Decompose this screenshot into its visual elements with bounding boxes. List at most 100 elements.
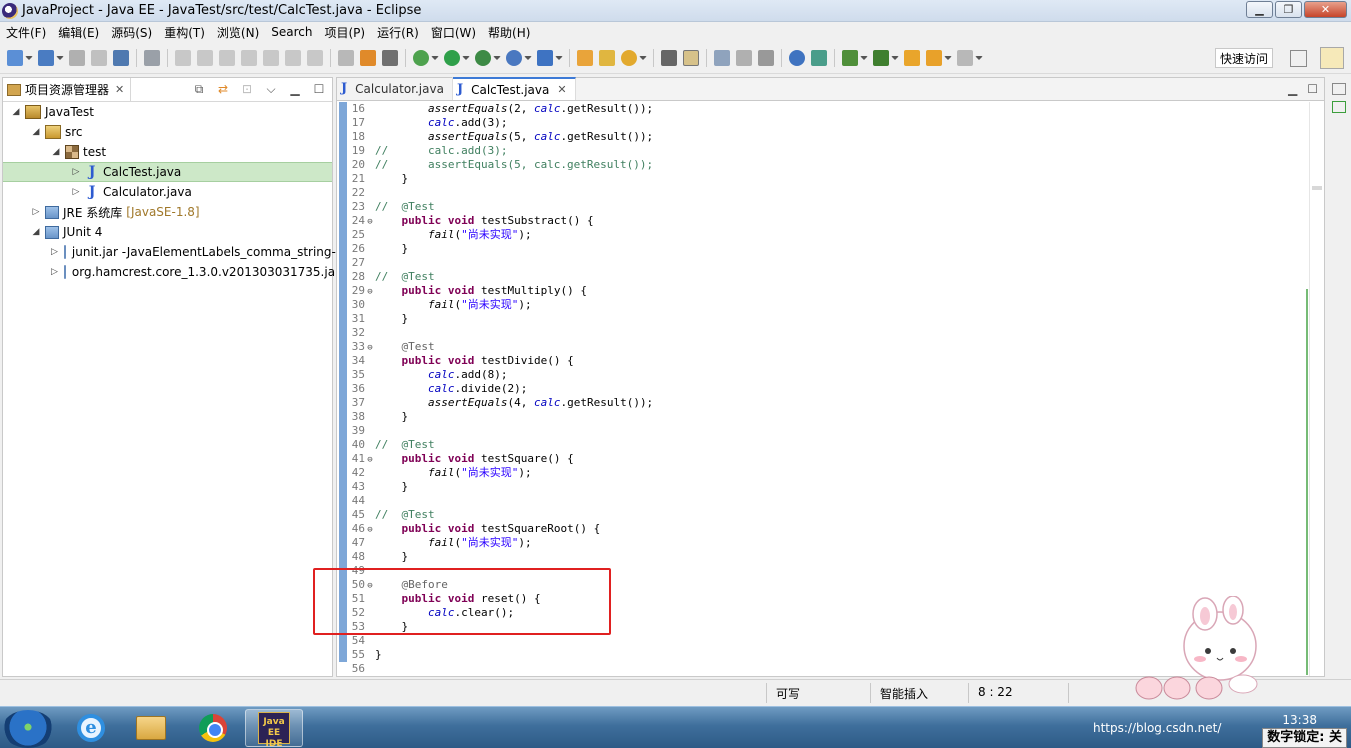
- expand-toggle-icon[interactable]: ▷: [71, 187, 81, 197]
- expand-toggle-icon[interactable]: ▷: [31, 207, 41, 217]
- step-into-icon[interactable]: [263, 50, 279, 66]
- tree-item[interactable]: ▷ junit.jar -JavaElementLabels_comma_stri…: [3, 242, 336, 262]
- back-icon[interactable]: [926, 50, 942, 66]
- expand-toggle-icon[interactable]: ▷: [51, 247, 58, 257]
- mark-occurrences-icon[interactable]: [661, 50, 677, 66]
- debug-icon[interactable]: [413, 50, 429, 66]
- use-step-filters-icon[interactable]: [360, 50, 376, 66]
- menu-edit[interactable]: 编辑(E): [52, 24, 105, 41]
- expand-toggle-icon[interactable]: ◢: [11, 107, 21, 117]
- dropdown-arrow-icon[interactable]: [493, 56, 501, 60]
- drop-to-frame-icon[interactable]: [338, 50, 354, 66]
- coverage-icon[interactable]: [475, 50, 491, 66]
- previous-annotation-icon[interactable]: [873, 50, 889, 66]
- globe-icon[interactable]: [789, 50, 805, 66]
- fold-toggle-icon[interactable]: ⊖: [365, 523, 375, 537]
- forward-icon[interactable]: [957, 50, 973, 66]
- tree-item[interactable]: ▷ J CalcTest.java: [3, 162, 332, 182]
- link-icon[interactable]: [382, 50, 398, 66]
- start-button[interactable]: [2, 710, 54, 748]
- open-task-icon[interactable]: [599, 50, 615, 66]
- maximize-view-icon[interactable]: ☐: [312, 82, 326, 96]
- word-wrap-icon[interactable]: [714, 50, 730, 66]
- resume-icon[interactable]: [175, 50, 191, 66]
- menu-search[interactable]: Search: [265, 25, 318, 39]
- fold-toggle-icon[interactable]: ⊖: [365, 453, 375, 467]
- restore-icon[interactable]: [1332, 83, 1346, 95]
- tab-project-explorer[interactable]: 项目资源管理器 ✕: [3, 77, 132, 102]
- new-icon[interactable]: [7, 50, 23, 66]
- dropdown-arrow-icon[interactable]: [524, 56, 532, 60]
- dropdown-arrow-icon[interactable]: [431, 56, 439, 60]
- skip-breakpoints-icon[interactable]: [144, 50, 160, 66]
- fold-toggle-icon[interactable]: ⊖: [365, 285, 375, 299]
- minimize-editor-icon[interactable]: ▁: [1288, 82, 1297, 96]
- taskbar-chrome[interactable]: [184, 709, 242, 747]
- tree-item[interactable]: ◢ JavaTest: [3, 102, 332, 122]
- close-icon[interactable]: ✕: [557, 83, 566, 96]
- save-icon[interactable]: [69, 50, 85, 66]
- scrollbar-thumb[interactable]: [1312, 186, 1322, 190]
- tab-calctest-java[interactable]: J CalcTest.java ✕: [452, 77, 576, 100]
- minimize-button[interactable]: ▁: [1246, 1, 1273, 18]
- tree-item[interactable]: ▷ JRE 系统库 [JavaSE-1.8]: [3, 202, 332, 222]
- dropdown-arrow-icon[interactable]: [891, 56, 899, 60]
- new-project-icon[interactable]: [38, 50, 54, 66]
- menu-run[interactable]: 运行(R): [371, 24, 425, 41]
- expand-toggle-icon[interactable]: ▷: [71, 167, 81, 177]
- expand-toggle-icon[interactable]: ▷: [51, 267, 58, 277]
- menu-file[interactable]: 文件(F): [0, 24, 52, 41]
- suspend-icon[interactable]: [197, 50, 213, 66]
- dropdown-arrow-icon[interactable]: [555, 56, 563, 60]
- block-selection-icon[interactable]: [736, 50, 752, 66]
- dropdown-arrow-icon[interactable]: [860, 56, 868, 60]
- open-type-icon[interactable]: [577, 50, 593, 66]
- maximize-button[interactable]: ❐: [1275, 1, 1302, 18]
- close-button[interactable]: ✕: [1304, 1, 1347, 18]
- dropdown-arrow-icon[interactable]: [25, 56, 33, 60]
- expand-toggle-icon[interactable]: ◢: [51, 147, 61, 157]
- expand-toggle-icon[interactable]: ◢: [31, 227, 41, 237]
- tree-item[interactable]: ▷ J Calculator.java: [3, 182, 332, 202]
- step-over-icon[interactable]: [285, 50, 301, 66]
- save-all-icon[interactable]: [91, 50, 107, 66]
- java-ee-perspective-icon[interactable]: [1320, 47, 1344, 69]
- dropdown-arrow-icon[interactable]: [639, 56, 647, 60]
- menu-refactor[interactable]: 重构(T): [158, 24, 211, 41]
- maximize-editor-icon[interactable]: ☐: [1307, 82, 1318, 96]
- open-perspective-icon[interactable]: [1290, 50, 1307, 67]
- expand-toggle-icon[interactable]: ◢: [31, 127, 41, 137]
- link-with-editor-icon[interactable]: ⇄: [216, 82, 230, 96]
- terminate-icon[interactable]: [219, 50, 235, 66]
- tree-item[interactable]: ▷ org.hamcrest.core_1.3.0.v201303031735.j…: [3, 262, 340, 282]
- run-icon[interactable]: [444, 50, 460, 66]
- menu-help[interactable]: 帮助(H): [482, 24, 536, 41]
- view-menu-icon[interactable]: ⌵: [264, 82, 278, 96]
- close-icon[interactable]: ✕: [115, 83, 124, 96]
- last-edit-location-icon[interactable]: [904, 50, 920, 66]
- tree-item[interactable]: ◢ JUnit 4: [3, 222, 332, 242]
- fold-toggle-icon[interactable]: ⊖: [365, 215, 375, 229]
- menu-navigate[interactable]: 浏览(N): [211, 24, 265, 41]
- menu-source[interactable]: 源码(S): [105, 24, 158, 41]
- taskbar-eclipse[interactable]: Java EE IDE: [245, 709, 303, 748]
- minimize-view-icon[interactable]: ▁: [288, 82, 302, 96]
- tree-item[interactable]: ◢ test: [3, 142, 332, 162]
- dropdown-arrow-icon[interactable]: [56, 56, 64, 60]
- collapse-all-icon[interactable]: ⧉: [192, 82, 206, 96]
- web-service-icon[interactable]: [811, 50, 827, 66]
- quick-access-field[interactable]: 快速访问: [1215, 48, 1274, 68]
- junit-view-icon[interactable]: [1332, 101, 1346, 113]
- next-annotation-icon[interactable]: [842, 50, 858, 66]
- disconnect-icon[interactable]: [241, 50, 257, 66]
- dropdown-arrow-icon[interactable]: [944, 56, 952, 60]
- dropdown-arrow-icon[interactable]: [462, 56, 470, 60]
- focus-icon[interactable]: ⊡: [240, 82, 254, 96]
- taskbar-explorer[interactable]: [122, 709, 180, 747]
- fold-toggle-icon[interactable]: ⊖: [365, 341, 375, 355]
- taskbar-ie[interactable]: e: [62, 709, 120, 747]
- step-return-icon[interactable]: [307, 50, 323, 66]
- menu-project[interactable]: 项目(P): [319, 24, 372, 41]
- tab-calculator-java[interactable]: J Calculator.java: [337, 77, 453, 100]
- show-whitespace-icon[interactable]: [758, 50, 774, 66]
